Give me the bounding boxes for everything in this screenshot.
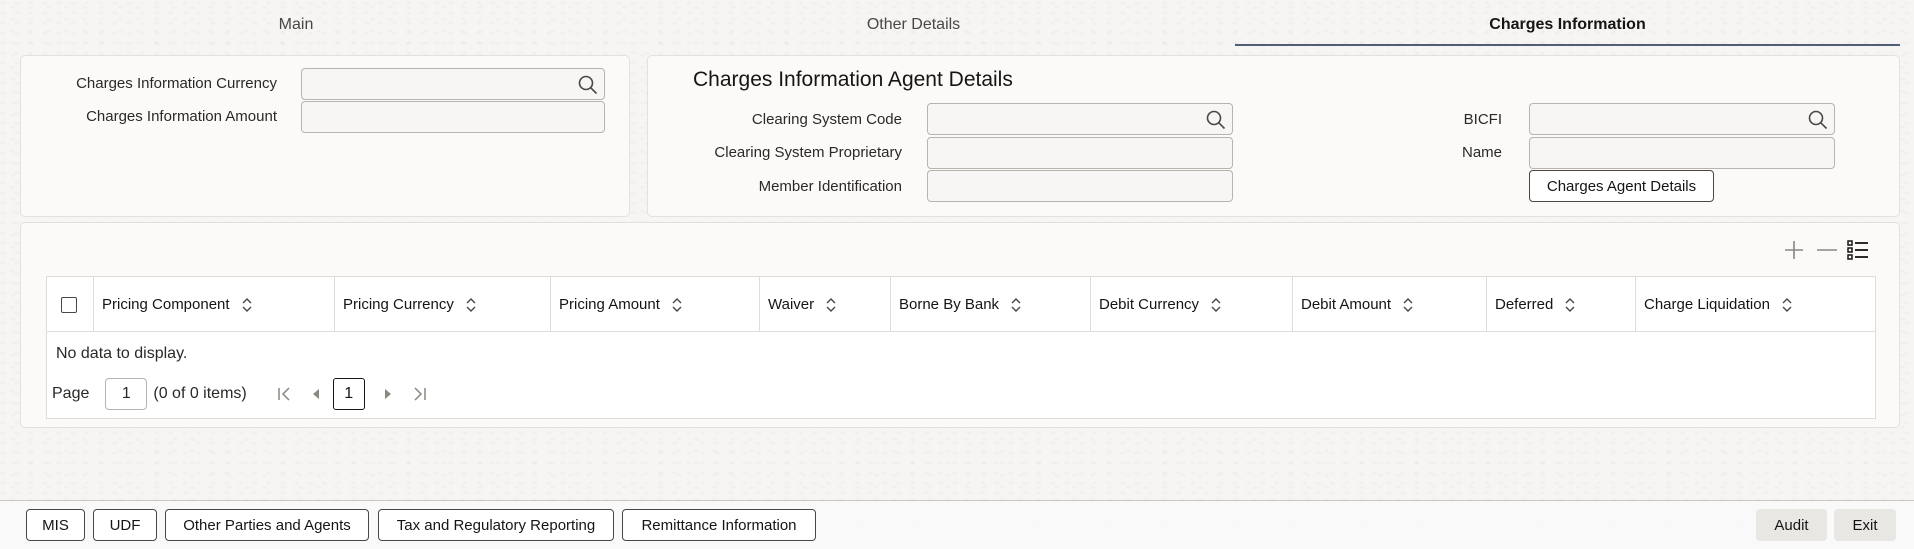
- search-icon[interactable]: [1808, 110, 1828, 130]
- column-list-icon[interactable]: [1846, 238, 1870, 262]
- column-debit-currency[interactable]: Debit Currency: [1091, 277, 1293, 332]
- column-label: Pricing Amount: [559, 296, 660, 313]
- clearing-system-code-field[interactable]: [927, 103, 1233, 135]
- select-all-checkbox[interactable]: [61, 296, 77, 313]
- audit-button[interactable]: Audit: [1756, 509, 1827, 541]
- column-waiver[interactable]: Waiver: [760, 277, 891, 332]
- charges-currency-field[interactable]: [301, 68, 605, 100]
- udf-button[interactable]: UDF: [93, 509, 157, 541]
- exit-button[interactable]: Exit: [1834, 509, 1896, 541]
- sort-icon[interactable]: [466, 297, 476, 312]
- charges-amount-label: Charges Information Amount: [86, 108, 277, 125]
- tab-charges-information[interactable]: Charges Information: [1235, 0, 1900, 46]
- column-deferred[interactable]: Deferred: [1487, 277, 1636, 332]
- sort-icon[interactable]: [826, 297, 836, 312]
- tab-other-details[interactable]: Other Details: [592, 0, 1235, 48]
- column-charge-liquidation[interactable]: Charge Liquidation: [1636, 277, 1875, 332]
- bicfi-label: BICFI: [1463, 111, 1502, 128]
- tax-and-regulatory-reporting-button[interactable]: Tax and Regulatory Reporting: [378, 509, 614, 541]
- no-data-message: No data to display.: [56, 345, 188, 362]
- sort-icon[interactable]: [1565, 297, 1575, 312]
- sort-icon[interactable]: [1782, 297, 1792, 312]
- column-label: Charge Liquidation: [1644, 296, 1770, 313]
- charges-currency-label: Charges Information Currency: [76, 75, 277, 92]
- column-label: Pricing Component: [102, 296, 230, 313]
- items-count: (0 of 0 items): [153, 385, 247, 402]
- agent-details-title: Charges Information Agent Details: [693, 68, 1013, 91]
- pagination: Page 1 (0 of 0 items) 1: [52, 378, 427, 410]
- clearing-system-proprietary-field[interactable]: [927, 137, 1233, 169]
- column-debit-amount[interactable]: Debit Amount: [1293, 277, 1487, 332]
- column-pricing-currency[interactable]: Pricing Currency: [335, 277, 551, 332]
- member-identification-field[interactable]: [927, 170, 1233, 202]
- footer-bar: MIS UDF Other Parties and Agents Tax and…: [0, 500, 1914, 549]
- column-label: Waiver: [768, 296, 815, 313]
- bicfi-field[interactable]: [1529, 103, 1835, 135]
- column-label: Deferred: [1495, 296, 1554, 313]
- search-icon[interactable]: [578, 75, 598, 95]
- search-icon[interactable]: [1206, 110, 1226, 130]
- mis-button[interactable]: MIS: [26, 509, 85, 541]
- tab-main[interactable]: Main: [0, 0, 592, 48]
- charges-table: Pricing Component Pricing Currency Prici…: [46, 276, 1876, 419]
- member-identification-label: Member Identification: [758, 178, 902, 195]
- sort-icon[interactable]: [1403, 297, 1413, 312]
- sort-icon[interactable]: [242, 297, 252, 312]
- name-field[interactable]: [1529, 137, 1835, 169]
- column-pricing-component[interactable]: Pricing Component: [94, 277, 335, 332]
- remove-icon[interactable]: [1815, 238, 1839, 262]
- clearing-system-code-label: Clearing System Code: [751, 111, 902, 128]
- column-borne-by-bank[interactable]: Borne By Bank: [891, 277, 1091, 332]
- column-pricing-amount[interactable]: Pricing Amount: [551, 277, 760, 332]
- sort-icon[interactable]: [1011, 297, 1021, 312]
- first-page-icon[interactable]: [277, 386, 293, 402]
- select-all-column: [47, 277, 94, 332]
- column-label: Debit Currency: [1099, 296, 1200, 313]
- name-label: Name: [1461, 144, 1502, 161]
- add-icon[interactable]: [1782, 238, 1806, 262]
- tab-bar: Main Other Details Charges Information: [0, 0, 1900, 48]
- charges-amount-field[interactable]: [301, 101, 605, 133]
- page-label: Page: [52, 385, 90, 402]
- table-header: Pricing Component Pricing Currency Prici…: [47, 277, 1875, 332]
- column-label: Debit Amount: [1301, 296, 1392, 313]
- charges-agent-details-button[interactable]: Charges Agent Details: [1529, 170, 1714, 202]
- page-input[interactable]: 1: [105, 378, 148, 410]
- next-page-icon[interactable]: [383, 386, 393, 402]
- previous-page-icon[interactable]: [311, 386, 321, 402]
- remittance-information-button[interactable]: Remittance Information: [622, 509, 816, 541]
- sort-icon[interactable]: [1211, 297, 1221, 312]
- column-label: Pricing Currency: [343, 296, 454, 313]
- last-page-icon[interactable]: [411, 386, 427, 402]
- other-parties-and-agents-button[interactable]: Other Parties and Agents: [165, 509, 369, 541]
- sort-icon[interactable]: [672, 297, 682, 312]
- clearing-system-proprietary-label: Clearing System Proprietary: [714, 144, 902, 161]
- column-label: Borne By Bank: [899, 296, 1000, 313]
- current-page-button[interactable]: 1: [332, 378, 365, 410]
